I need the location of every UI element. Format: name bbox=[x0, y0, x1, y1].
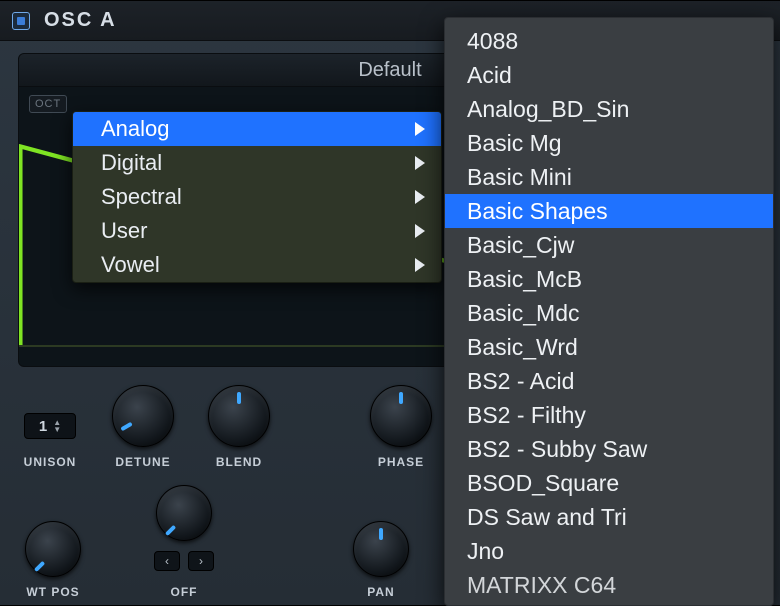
unison-value: 1 bbox=[39, 418, 47, 435]
preset-item[interactable]: BS2 - Subby Saw bbox=[445, 432, 773, 466]
submenu-arrow-icon bbox=[415, 156, 425, 170]
preset-item-label: Basic_Wrd bbox=[467, 334, 578, 361]
preset-item[interactable]: Jno bbox=[445, 534, 773, 568]
warp-knob[interactable] bbox=[156, 485, 212, 541]
category-item-label: Vowel bbox=[101, 252, 160, 278]
preset-item-label: BS2 - Filthy bbox=[467, 402, 586, 429]
preset-name-label: Default bbox=[358, 59, 421, 82]
stepper-arrows-icon: ▲▼ bbox=[53, 419, 61, 433]
oct-badge[interactable]: OCT bbox=[29, 95, 67, 113]
preset-item[interactable]: Basic Mini bbox=[445, 160, 773, 194]
submenu-arrow-icon bbox=[415, 122, 425, 136]
preset-item[interactable]: Acid bbox=[445, 58, 773, 92]
preset-item-label: DS Saw and Tri bbox=[467, 504, 627, 531]
preset-item[interactable]: BSOD_Square bbox=[445, 466, 773, 500]
category-item-user[interactable]: User bbox=[73, 214, 441, 248]
submenu-arrow-icon bbox=[415, 190, 425, 204]
category-item-label: User bbox=[101, 218, 147, 244]
preset-item[interactable]: Basic Mg bbox=[445, 126, 773, 160]
osc-title: OSC A bbox=[44, 9, 117, 32]
chevron-right-icon: › bbox=[199, 554, 203, 568]
category-item-label: Digital bbox=[101, 150, 162, 176]
unison-stepper[interactable]: 1 ▲▼ bbox=[24, 413, 76, 439]
preset-item[interactable]: Basic_McB bbox=[445, 262, 773, 296]
unison-label: UNISON bbox=[24, 455, 77, 469]
preset-item-label: 4088 bbox=[467, 28, 518, 55]
preset-item[interactable]: 4088 bbox=[445, 24, 773, 58]
preset-item-label: BS2 - Acid bbox=[467, 368, 574, 395]
preset-item-label: Basic Shapes bbox=[467, 198, 608, 225]
blend-label: BLEND bbox=[216, 455, 262, 469]
wavetable-category-menu[interactable]: Analog Digital Spectral User Vowel bbox=[72, 111, 442, 283]
category-item-label: Analog bbox=[101, 116, 170, 142]
preset-item-label: BSOD_Square bbox=[467, 470, 619, 497]
preset-item[interactable]: Basic_Cjw bbox=[445, 228, 773, 262]
category-item-spectral[interactable]: Spectral bbox=[73, 180, 441, 214]
chevron-left-icon: ‹ bbox=[165, 554, 169, 568]
preset-item-label: BS2 - Subby Saw bbox=[467, 436, 647, 463]
category-item-analog[interactable]: Analog bbox=[73, 112, 441, 146]
wtpos-label: WT POS bbox=[26, 585, 79, 599]
preset-item[interactable]: Analog_BD_Sin bbox=[445, 92, 773, 126]
warp-next-button[interactable]: › bbox=[188, 551, 214, 571]
pan-knob[interactable]: PAN bbox=[346, 521, 416, 599]
blend-knob[interactable]: BLEND bbox=[204, 385, 274, 469]
preset-item-label: Basic Mini bbox=[467, 164, 572, 191]
preset-item-label: Jno bbox=[467, 538, 504, 565]
osc-power-button[interactable] bbox=[12, 12, 30, 30]
preset-item[interactable]: BS2 - Acid bbox=[445, 364, 773, 398]
category-item-vowel[interactable]: Vowel bbox=[73, 248, 441, 282]
submenu-arrow-icon bbox=[415, 224, 425, 238]
preset-item[interactable]: Basic Shapes bbox=[445, 194, 773, 228]
warp-section: ‹ › OFF bbox=[114, 485, 254, 599]
phase-label: PHASE bbox=[378, 455, 424, 469]
phase-knob[interactable]: PHASE bbox=[366, 385, 436, 469]
unison-control: 1 ▲▼ UNISON bbox=[18, 383, 82, 469]
pan-label: PAN bbox=[367, 585, 394, 599]
submenu-arrow-icon bbox=[415, 258, 425, 272]
preset-item-label: Basic_Mdc bbox=[467, 300, 579, 327]
preset-item[interactable]: Basic_Wrd bbox=[445, 330, 773, 364]
preset-item-label: Basic_McB bbox=[467, 266, 582, 293]
preset-item[interactable]: DS Saw and Tri bbox=[445, 500, 773, 534]
detune-knob[interactable]: DETUNE bbox=[108, 385, 178, 469]
preset-item[interactable]: Basic_Mdc bbox=[445, 296, 773, 330]
osc-a-panel: OSC A Default OCT 1 ▲▼ UNISON DETUNE bbox=[0, 0, 780, 605]
power-indicator-icon bbox=[17, 17, 25, 25]
warp-label: OFF bbox=[171, 585, 198, 599]
category-item-digital[interactable]: Digital bbox=[73, 146, 441, 180]
wavetable-preset-menu[interactable]: 4088 Acid Analog_BD_Sin Basic Mg Basic Mini B… bbox=[444, 17, 774, 606]
wtpos-knob[interactable]: WT POS bbox=[18, 521, 88, 599]
preset-item[interactable]: BS2 - Filthy bbox=[445, 398, 773, 432]
preset-item-label: Basic Mg bbox=[467, 130, 562, 157]
preset-item-label: Basic_Cjw bbox=[467, 232, 574, 259]
detune-label: DETUNE bbox=[115, 455, 170, 469]
preset-item[interactable]: MATRIXX C64 bbox=[445, 568, 773, 602]
preset-item-label: Analog_BD_Sin bbox=[467, 96, 629, 123]
preset-item-label: Acid bbox=[467, 62, 512, 89]
warp-prev-button[interactable]: ‹ bbox=[154, 551, 180, 571]
category-item-label: Spectral bbox=[101, 184, 182, 210]
preset-item-label: MATRIXX C64 bbox=[467, 572, 616, 599]
